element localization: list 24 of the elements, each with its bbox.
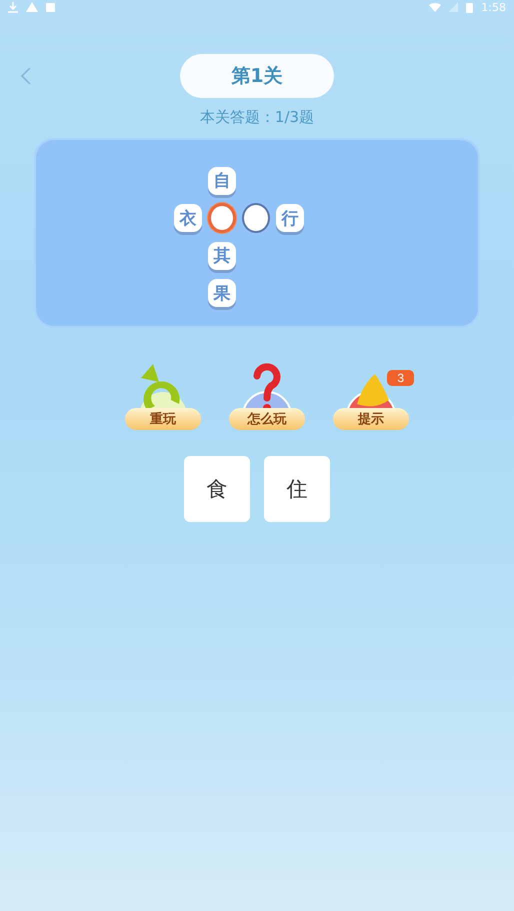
letter-tile: 行 (276, 204, 304, 232)
letter-tile: 其 (208, 242, 236, 270)
choice-tile[interactable]: 食 (184, 456, 250, 522)
app-icon (46, 2, 55, 12)
action-label: 提示 (333, 408, 409, 430)
action-label: 重玩 (125, 408, 201, 430)
choice-tile[interactable]: 住 (264, 456, 330, 522)
warning-icon (26, 2, 38, 12)
status-time: 1:58 (481, 0, 506, 14)
letter-tile: 果 (208, 279, 236, 308)
action-label: 怎么玩 (229, 408, 305, 430)
answer-slot[interactable] (208, 203, 236, 234)
action-button[interactable]: 重玩 (124, 360, 202, 430)
progress-text: 本关答题：1/3题 (200, 108, 314, 127)
hint-count-badge: 3 (387, 370, 414, 386)
battery-icon (466, 2, 474, 12)
wifi-icon (429, 2, 442, 12)
letter-tile: 衣 (174, 204, 202, 232)
download-icon (8, 2, 18, 12)
answer-slot[interactable] (242, 203, 270, 234)
action-button[interactable]: 怎么玩 (228, 360, 306, 430)
letter-tile: 自 (208, 166, 236, 195)
level-title: 第1关 (180, 54, 334, 98)
signal-icon (449, 2, 458, 12)
